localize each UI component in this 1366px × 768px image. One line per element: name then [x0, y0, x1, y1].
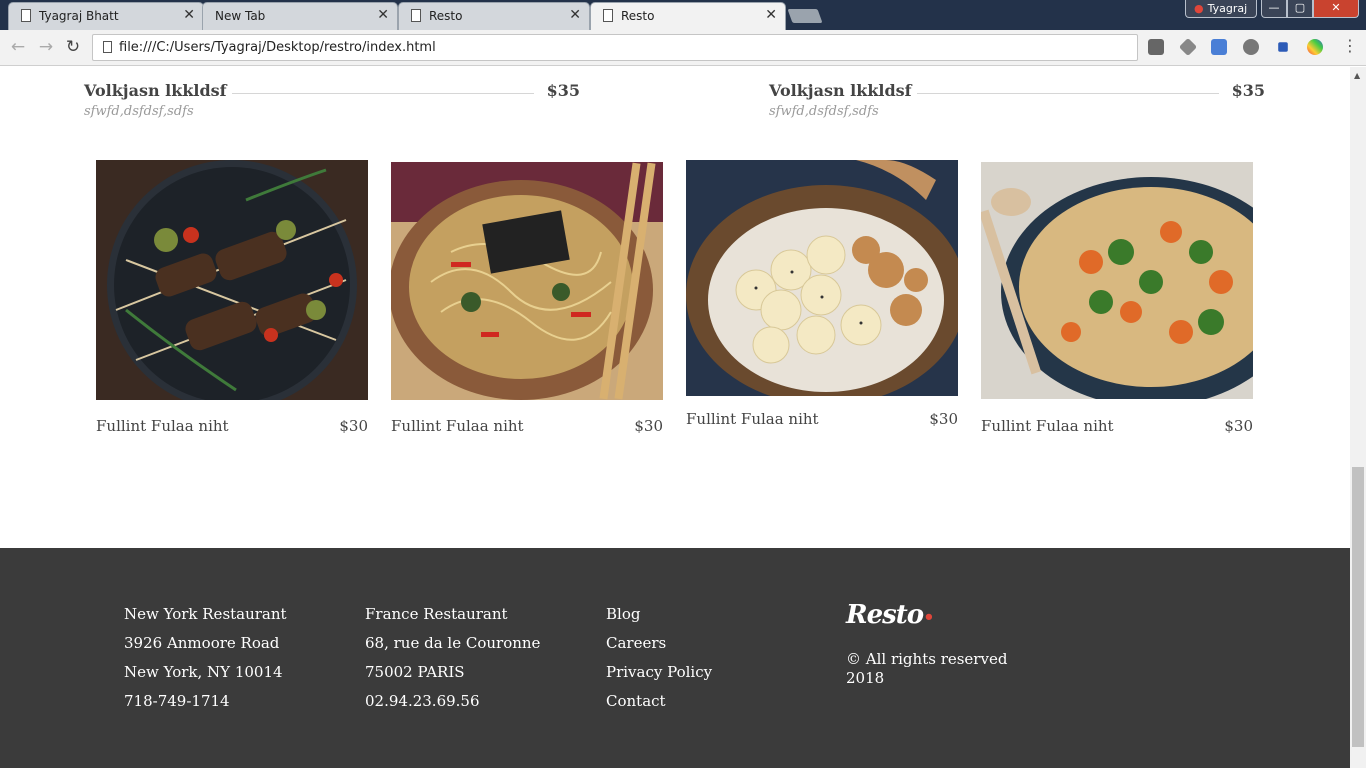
footer-line: 75002 PARIS — [365, 663, 465, 681]
tab-resto[interactable]: Resto ✕ — [398, 2, 590, 30]
tab-resto-active[interactable]: Resto ✕ — [590, 2, 786, 30]
dish-card[interactable]: Fullint Fulaa niht $30 — [96, 160, 368, 435]
menu-item-description: sfwfd,dsfdsf,sdfs — [769, 104, 879, 119]
dish-price: $30 — [1224, 417, 1253, 435]
tab-new-tab[interactable]: New Tab ✕ — [202, 2, 398, 30]
close-icon[interactable]: ✕ — [377, 7, 389, 23]
dish-name: Fullint Fulaa niht — [96, 417, 229, 435]
menu-item-name: Volkjasn lkkldsf — [769, 81, 912, 100]
page-icon — [103, 41, 112, 53]
window-close-button[interactable]: ✕ — [1313, 0, 1359, 18]
page-icon — [21, 9, 31, 22]
footer-line: 02.94.23.69.56 — [365, 692, 480, 710]
maximize-button[interactable]: ▢ — [1287, 0, 1313, 18]
logo-text: Resto — [846, 600, 924, 630]
footer-link-contact[interactable]: Contact — [606, 687, 712, 716]
scroll-up-icon[interactable]: ▲ — [1354, 71, 1360, 80]
profile-name: Tyagraj — [1207, 2, 1248, 15]
footer-line: France Restaurant — [365, 605, 508, 623]
page-viewport: Volkjasn lkkldsf $35 sfwfd,dsfdsf,sdfs V… — [0, 67, 1350, 768]
browser-menu-icon[interactable]: ⋮ — [1342, 36, 1358, 55]
noodles-bowl-icon — [391, 162, 663, 400]
footer-line: 3926 Anmoore Road — [124, 634, 280, 652]
dish-card[interactable]: Fullint Fulaa niht $30 — [981, 162, 1253, 435]
footer-link-privacy[interactable]: Privacy Policy — [606, 658, 712, 687]
divider — [917, 93, 1219, 94]
forward-icon[interactable]: → — [36, 37, 56, 57]
browser-toolbar: ← → ↻ file:///C:/Users/Tyagraj/Desktop/r… — [0, 30, 1366, 66]
address-bar[interactable]: file:///C:/Users/Tyagraj/Desktop/restro/… — [92, 34, 1138, 61]
new-tab-button[interactable] — [787, 9, 823, 23]
footer-line: 718-749-1714 — [124, 692, 230, 710]
profile-button[interactable]: ● Tyagraj — [1185, 0, 1257, 18]
dish-card[interactable]: Fullint Fulaa niht $30 — [686, 160, 958, 428]
dish-card[interactable]: Fullint Fulaa niht $30 — [391, 162, 663, 435]
extension-icon[interactable] — [1148, 39, 1164, 55]
menu-item-description: sfwfd,dsfdsf,sdfs — [84, 104, 194, 119]
dish-price: $30 — [929, 410, 958, 428]
tab-strip: Tyagraj Bhatt ✕ New Tab ✕ Resto ✕ Resto … — [0, 0, 1366, 30]
dish-name: Fullint Fulaa niht — [686, 410, 819, 428]
new-york-address: New York Restaurant 3926 Anmoore Road Ne… — [124, 600, 287, 716]
minimize-button[interactable]: — — [1261, 0, 1287, 18]
copyright-text: © All rights reserved 2018 — [846, 650, 1008, 687]
url-text: file:///C:/Users/Tyagraj/Desktop/restro/… — [119, 40, 436, 55]
logo-accent-icon: • — [923, 607, 934, 628]
dish-name: Fullint Fulaa niht — [981, 417, 1114, 435]
back-icon[interactable]: ← — [8, 37, 28, 57]
page-scrollbar[interactable]: ▲ — [1350, 67, 1366, 768]
menu-item-price: $35 — [1231, 81, 1265, 100]
dish-price: $30 — [634, 417, 663, 435]
page-icon — [411, 9, 421, 22]
tab-title: Resto — [621, 9, 655, 23]
resto-logo: Resto• — [846, 600, 935, 630]
banana-oat-bowl-icon — [686, 160, 958, 396]
color-extension-icon[interactable] — [1307, 39, 1323, 55]
scrollbar-thumb[interactable] — [1352, 467, 1364, 747]
footer-links: Blog Careers Privacy Policy Contact — [606, 600, 712, 716]
quinoa-pan-icon — [981, 162, 1253, 399]
translate-icon[interactable] — [1211, 39, 1227, 55]
divider — [232, 93, 534, 94]
menu-item-price: $35 — [546, 81, 580, 100]
france-address: France Restaurant 68, rue da le Couronne… — [365, 600, 540, 716]
tab-title: Tyagraj Bhatt — [39, 9, 119, 23]
tab-title: Resto — [429, 9, 463, 23]
arrow-extension-icon[interactable] — [1278, 42, 1288, 52]
tab-tyagraj-bhatt[interactable]: Tyagraj Bhatt ✕ — [8, 2, 204, 30]
reload-icon[interactable]: ↻ — [63, 37, 83, 57]
close-icon[interactable]: ✕ — [183, 7, 195, 23]
site-footer: New York Restaurant 3926 Anmoore Road Ne… — [0, 548, 1350, 768]
footer-line: New York, NY 10014 — [124, 663, 283, 681]
footer-link-careers[interactable]: Careers — [606, 629, 712, 658]
skewers-icon — [96, 160, 368, 400]
profile-icon: ● — [1194, 2, 1204, 15]
close-icon[interactable]: ✕ — [569, 7, 581, 23]
menu-item-name: Volkjasn lkkldsf — [84, 81, 227, 100]
footer-line: New York Restaurant — [124, 605, 287, 623]
footer-link-blog[interactable]: Blog — [606, 600, 712, 629]
dish-price: $30 — [339, 417, 368, 435]
page-icon — [603, 9, 613, 22]
dish-name: Fullint Fulaa niht — [391, 417, 524, 435]
settings-extension-icon[interactable] — [1243, 39, 1259, 55]
extension-layers-icon[interactable] — [1178, 37, 1198, 57]
close-icon[interactable]: ✕ — [765, 7, 777, 23]
footer-line: 68, rue da le Couronne — [365, 634, 541, 652]
tab-title: New Tab — [215, 9, 266, 23]
